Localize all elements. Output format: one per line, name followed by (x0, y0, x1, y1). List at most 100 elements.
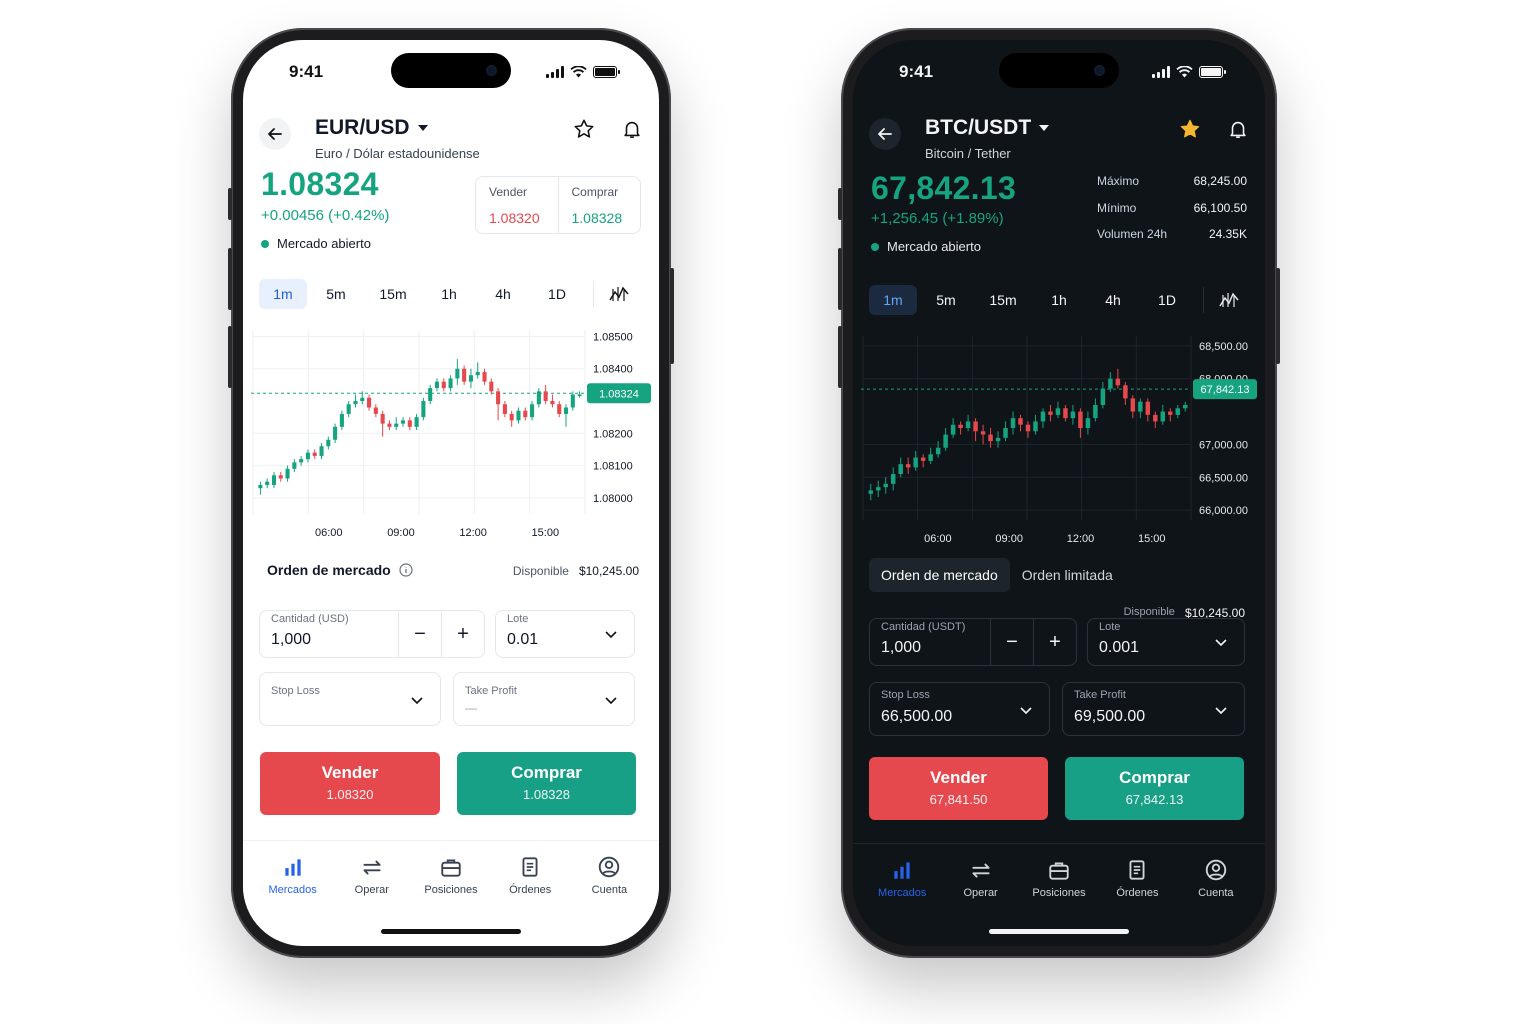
tab-label: Posiciones (1032, 887, 1086, 899)
decrease-button[interactable]: − (398, 611, 441, 657)
y-tick-label: 67,000.00 (1199, 439, 1248, 451)
y-tick-label: 1.08200 (593, 428, 633, 440)
indicators-icon[interactable] (608, 285, 630, 303)
amount-field[interactable]: Cantidad (USDT) 1,000 − + (869, 618, 1077, 666)
timeframe-4h[interactable]: 4h (477, 279, 529, 309)
back-button[interactable] (869, 118, 901, 150)
tab-markets[interactable]: Mercados (253, 841, 332, 940)
x-tick-label: 15:00 (532, 527, 560, 539)
timeframe-5m[interactable]: 5m (917, 285, 975, 315)
take-profit-select[interactable]: Take Profit — (453, 672, 635, 726)
candle (905, 457, 911, 474)
lot-select[interactable]: Lote 0.001 (1087, 618, 1245, 666)
candle (868, 483, 873, 501)
tab-orders[interactable]: Órdenes (491, 841, 570, 940)
timeframe-5m[interactable]: 5m (307, 279, 365, 309)
pair-selector[interactable]: BTC/USDT (925, 116, 1050, 140)
candle (346, 401, 351, 418)
tab-label: Cuenta (591, 884, 628, 896)
ask-cell[interactable]: Comprar 1.08328 (559, 177, 641, 233)
price-change: +1,256.45 (+1.89%) (871, 210, 1004, 227)
screen: 9:41 EUR/USD Euro / Dólar estadounidense… (243, 40, 659, 946)
candle (1138, 398, 1143, 419)
take-profit-select[interactable]: Take Profit 69,500.00 (1062, 682, 1245, 736)
timeframe-4h[interactable]: 4h (1087, 285, 1139, 315)
info-icon[interactable] (399, 563, 413, 577)
buy-button[interactable]: Comprar 1.08328 (457, 752, 636, 815)
candle (428, 384, 433, 405)
candle (1175, 405, 1181, 419)
price-change: +0.00456 (+0.42%) (261, 207, 390, 224)
bell-icon[interactable] (621, 118, 643, 140)
market-status: Mercado abierto (871, 239, 981, 254)
sell-button[interactable]: Vender 67,841.50 (869, 757, 1048, 820)
timeframe-15m[interactable]: 15m (975, 285, 1031, 315)
star-icon[interactable] (573, 118, 595, 140)
candle (577, 391, 582, 398)
lot-value: 0.01 (507, 631, 539, 648)
action-button (228, 188, 232, 220)
timeframe-1h[interactable]: 1h (421, 279, 477, 309)
price-chart[interactable]: 68,500.0068,000.0067,000.0066,500.0066,0… (861, 322, 1265, 552)
timeframe-1h[interactable]: 1h (1031, 285, 1087, 315)
amount-field[interactable]: Cantidad (USD) 1,000 − + (259, 610, 485, 658)
timeframe-1d[interactable]: 1D (529, 279, 585, 309)
candle (502, 401, 507, 418)
tab-label: Órdenes (509, 884, 552, 896)
tab-account[interactable]: Cuenta (1177, 844, 1255, 943)
candle (1003, 421, 1008, 442)
tab-label: Mercados (878, 887, 927, 899)
back-button[interactable] (259, 118, 291, 150)
tab-markets[interactable]: Mercados (863, 844, 941, 943)
timeframe-15m[interactable]: 15m (365, 279, 421, 309)
candle (1055, 401, 1061, 419)
lot-select[interactable]: Lote 0.01 (495, 610, 635, 658)
decrease-button[interactable]: − (990, 619, 1033, 665)
increase-button[interactable]: + (1033, 619, 1076, 665)
tab-market-order[interactable]: Orden de mercado (869, 558, 1010, 592)
sell-button[interactable]: Vender 1.08320 (260, 752, 440, 815)
y-tick-label: 68,500.00 (1199, 341, 1248, 353)
candle (1183, 401, 1188, 412)
tab-trade[interactable]: Operar (332, 841, 411, 940)
candle (400, 417, 406, 427)
candle (489, 378, 494, 395)
candle (920, 454, 926, 468)
market-status: Mercado abierto (261, 236, 371, 251)
stat-volume: Volumen 24h 24.35K (1097, 227, 1247, 241)
bell-icon[interactable] (1227, 118, 1249, 140)
timeframe-1d[interactable]: 1D (1139, 285, 1195, 315)
home-indicator[interactable] (381, 929, 521, 934)
tab-positions[interactable]: Posiciones (411, 841, 490, 940)
price-chart[interactable]: 1.08500 1.08400 1.08200 1.08100 1.08000 06:00… (251, 316, 659, 546)
bid-cell[interactable]: Vender 1.08320 (476, 177, 559, 233)
candle (1025, 421, 1031, 438)
timeframe-1m[interactable]: 1m (869, 285, 917, 315)
tab-account[interactable]: Cuenta (570, 841, 649, 940)
pair-symbol: EUR/USD (315, 116, 410, 139)
candle (421, 397, 426, 421)
candle (380, 410, 385, 437)
buy-button[interactable]: Comprar 67,842.13 (1065, 757, 1244, 820)
chevron-down-icon (1039, 125, 1050, 131)
stat-low: Mínimo 66,100.50 (1097, 200, 1247, 215)
candle (570, 391, 575, 411)
candle (1145, 398, 1151, 422)
candle (1153, 411, 1158, 428)
timeframe-1m[interactable]: 1m (259, 279, 307, 309)
increase-button[interactable]: + (441, 611, 484, 657)
user-circle-icon (1205, 859, 1227, 881)
candle (557, 401, 562, 418)
candle (543, 384, 548, 405)
star-filled-icon[interactable] (1179, 118, 1201, 140)
indicators-icon[interactable] (1218, 291, 1240, 309)
tab-limit-order[interactable]: Orden limitada (1010, 558, 1125, 592)
stop-loss-select[interactable]: Stop Loss 66,500.00 (869, 682, 1050, 736)
pair-selector[interactable]: EUR/USD (315, 116, 428, 140)
home-indicator[interactable] (989, 929, 1129, 934)
timeframe-bar: 1m 5m 15m 1h 4h 1D (259, 276, 643, 312)
candle (475, 362, 480, 379)
pair-symbol: BTC/USDT (925, 116, 1032, 139)
stop-loss-select[interactable]: Stop Loss (259, 672, 441, 726)
status-dot (871, 242, 879, 251)
